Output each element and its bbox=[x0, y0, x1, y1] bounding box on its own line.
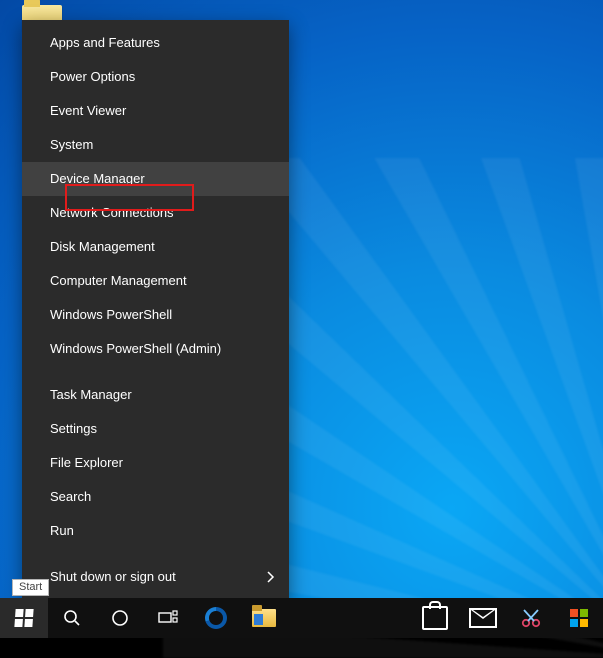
menu-system[interactable]: System bbox=[22, 128, 289, 162]
winx-context-menu: Apps and Features Power Options Event Vi… bbox=[22, 20, 289, 604]
menu-item-label: Windows PowerShell (Admin) bbox=[50, 341, 221, 356]
taskbar-microsoft-store-button[interactable] bbox=[555, 598, 603, 638]
taskbar-file-explorer-button[interactable] bbox=[240, 598, 288, 638]
file-explorer-icon bbox=[252, 609, 276, 627]
cortana-icon bbox=[111, 609, 129, 627]
taskbar-search-button[interactable] bbox=[48, 598, 96, 638]
mail-icon bbox=[469, 608, 497, 628]
taskbar-store-button[interactable] bbox=[411, 598, 459, 638]
menu-event-viewer[interactable]: Event Viewer bbox=[22, 94, 289, 128]
menu-file-explorer[interactable]: File Explorer bbox=[22, 446, 289, 480]
edge-icon bbox=[205, 607, 227, 629]
taskbar-mail-button[interactable] bbox=[459, 598, 507, 638]
store-icon bbox=[422, 606, 448, 630]
menu-item-label: Device Manager bbox=[50, 171, 145, 186]
menu-item-label: Settings bbox=[50, 421, 97, 436]
menu-item-label: Power Options bbox=[50, 69, 135, 84]
taskbar-task-view-button[interactable] bbox=[144, 598, 192, 638]
menu-apps-and-features[interactable]: Apps and Features bbox=[22, 26, 289, 60]
menu-item-label: Search bbox=[50, 489, 91, 504]
menu-item-label: Windows PowerShell bbox=[50, 307, 172, 322]
menu-computer-management[interactable]: Computer Management bbox=[22, 264, 289, 298]
menu-item-label: Shut down or sign out bbox=[50, 569, 176, 584]
menu-disk-management[interactable]: Disk Management bbox=[22, 230, 289, 264]
menu-device-manager[interactable]: Device Manager bbox=[22, 162, 289, 196]
start-tooltip: Start bbox=[12, 579, 49, 596]
menu-windows-powershell-admin[interactable]: Windows PowerShell (Admin) bbox=[22, 332, 289, 366]
task-view-icon bbox=[158, 610, 178, 626]
chevron-right-icon bbox=[267, 571, 275, 583]
menu-item-label: Disk Management bbox=[50, 239, 155, 254]
menu-run[interactable]: Run bbox=[22, 514, 289, 548]
menu-item-label: Event Viewer bbox=[50, 103, 126, 118]
microsoft-logo-icon bbox=[570, 609, 588, 627]
taskbar-cortana-button[interactable] bbox=[96, 598, 144, 638]
menu-item-label: System bbox=[50, 137, 93, 152]
taskbar bbox=[0, 598, 603, 638]
windows-logo-icon bbox=[14, 609, 33, 627]
menu-item-label: Apps and Features bbox=[50, 35, 160, 50]
menu-item-label: Task Manager bbox=[50, 387, 132, 402]
start-button[interactable] bbox=[0, 598, 48, 638]
menu-item-label: Computer Management bbox=[50, 273, 187, 288]
menu-power-options[interactable]: Power Options bbox=[22, 60, 289, 94]
taskbar-edge-button[interactable] bbox=[192, 598, 240, 638]
menu-item-label: Run bbox=[50, 523, 74, 538]
menu-item-label: Network Connections bbox=[50, 205, 174, 220]
menu-settings[interactable]: Settings bbox=[22, 412, 289, 446]
menu-windows-powershell[interactable]: Windows PowerShell bbox=[22, 298, 289, 332]
menu-shut-down-or-sign-out[interactable]: Shut down or sign out bbox=[22, 560, 289, 594]
menu-network-connections[interactable]: Network Connections bbox=[22, 196, 289, 230]
menu-item-label: File Explorer bbox=[50, 455, 123, 470]
snipping-tool-icon bbox=[520, 607, 542, 629]
menu-search[interactable]: Search bbox=[22, 480, 289, 514]
menu-task-manager[interactable]: Task Manager bbox=[22, 378, 289, 412]
search-icon bbox=[63, 609, 81, 627]
taskbar-snip-button[interactable] bbox=[507, 598, 555, 638]
